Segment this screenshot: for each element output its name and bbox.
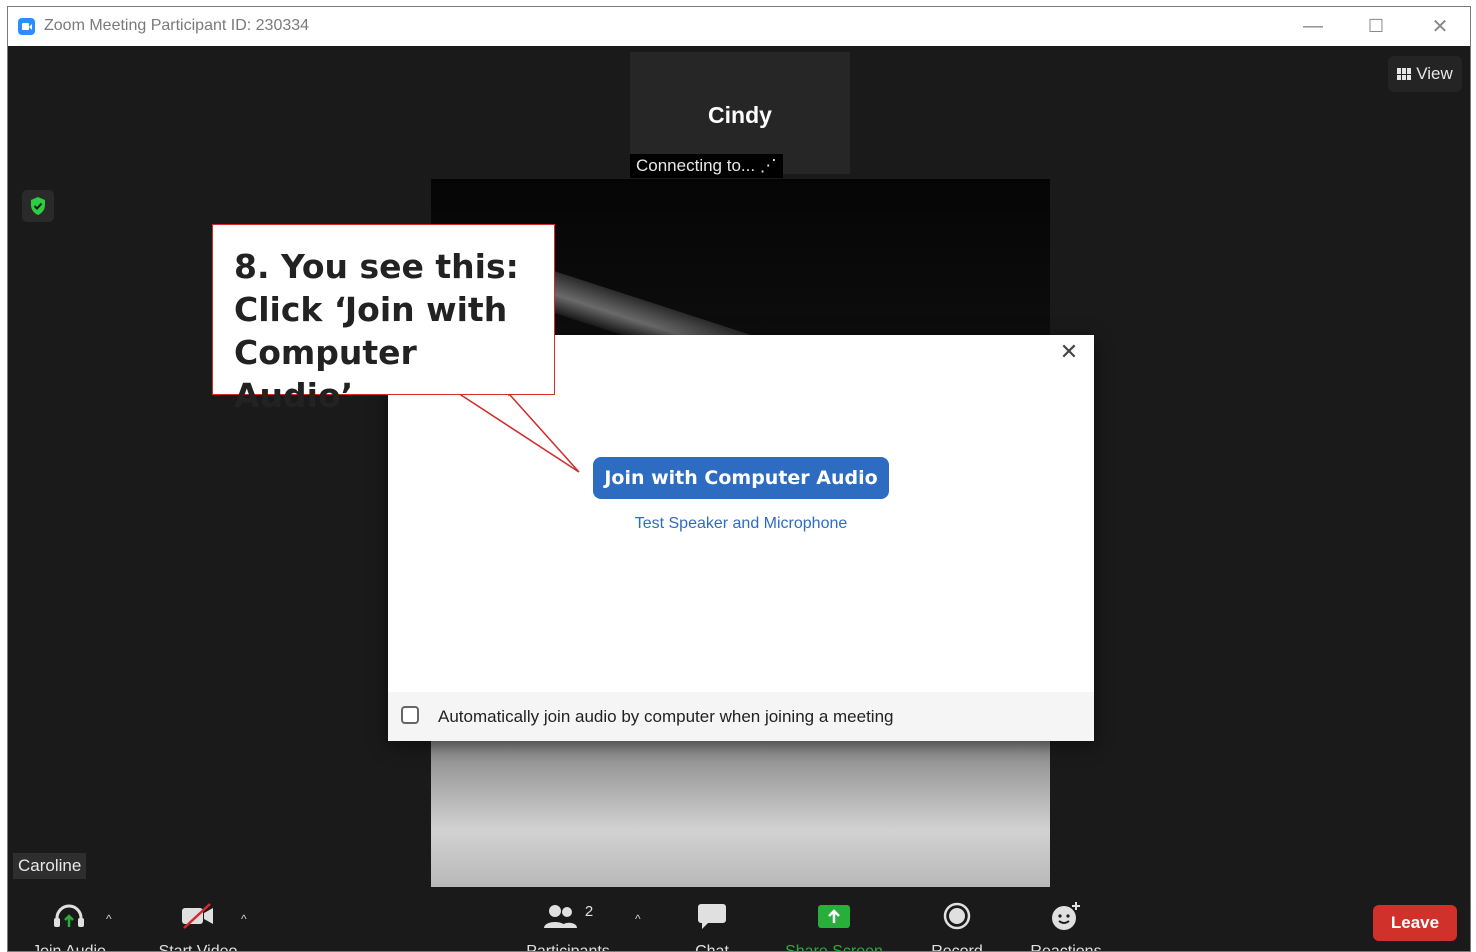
audio-options-chevron-icon[interactable]: ^ [106,912,112,926]
video-off-icon [148,898,248,934]
start-video-label: Start Video [158,943,238,952]
participants-options-chevron-icon[interactable]: ^ [635,912,641,926]
share-screen-icon [779,898,889,934]
reactions-button[interactable]: Reactions [1023,898,1109,952]
record-icon [920,898,994,934]
chat-label: Chat [695,943,729,952]
video-options-chevron-icon[interactable]: ^ [241,912,247,926]
close-window-button[interactable]: ✕ [1410,7,1470,46]
participants-button[interactable]: 2 Participants [515,898,621,952]
join-audio-button[interactable]: Join Audio [21,898,117,952]
leave-meeting-button[interactable]: Leave [1373,905,1457,941]
reactions-icon [1023,898,1109,934]
instruction-callout: 8. You see this: Click ‘Join with Comput… [212,224,555,415]
reactions-label: Reactions [1030,943,1102,952]
join-audio-label: Join Audio [32,943,106,952]
participants-label: Participants [526,943,610,952]
participants-icon: 2 [515,898,621,934]
callout-text: 8. You see this: Click ‘Join with Comput… [234,247,519,415]
zoom-window: Zoom Meeting Participant ID: 230334 — ☐ … [7,6,1471,952]
zoom-app-icon [18,18,35,35]
start-video-button[interactable]: Start Video [148,898,248,952]
meeting-stage: Cindy Connecting to... ⋰ View Caroline ✕… [8,46,1470,952]
title-bar: Zoom Meeting Participant ID: 230334 — ☐ … [8,7,1470,46]
share-screen-label: Share Screen [785,943,883,952]
meeting-toolbar: Join Audio ^ Start Video ^ 2 Participant… [8,898,1470,952]
participant-count: 2 [584,902,594,920]
callout-pointer [458,393,580,473]
share-screen-button[interactable]: Share Screen [779,898,889,952]
window-title: Zoom Meeting Participant ID: 230334 [44,17,310,34]
record-button[interactable]: Record [920,898,994,952]
chat-button[interactable]: Chat [682,898,742,952]
headphones-icon [21,898,117,934]
chat-icon [682,898,742,934]
minimize-button[interactable]: — [1283,7,1343,46]
record-label: Record [931,943,983,952]
maximize-button[interactable]: ☐ [1346,7,1406,46]
